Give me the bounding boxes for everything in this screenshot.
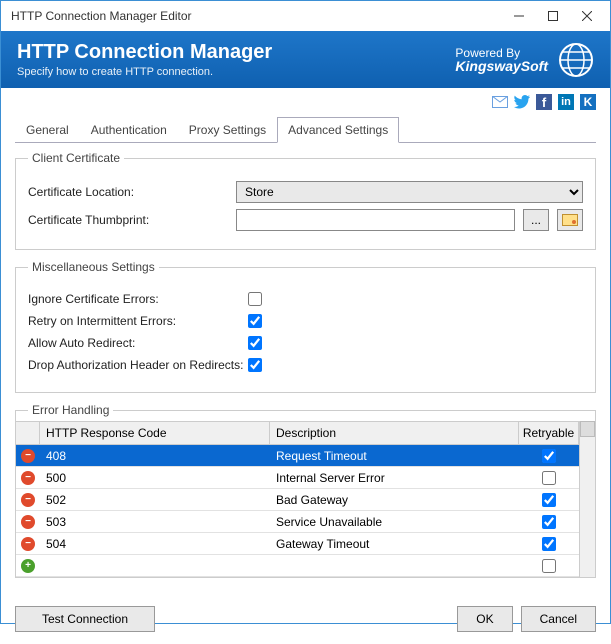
tabs: GeneralAuthenticationProxy SettingsAdvan… [15, 116, 596, 143]
table-row[interactable]: −500Internal Server Error [16, 467, 579, 489]
table-row[interactable]: −502Bad Gateway [16, 489, 579, 511]
cell-retryable-checkbox[interactable] [542, 493, 556, 507]
header-title: HTTP Connection Manager [17, 41, 455, 64]
cell-code[interactable]: 503 [40, 513, 270, 531]
misc-legend: Miscellaneous Settings [28, 260, 159, 274]
titlebar: HTTP Connection Manager Editor [1, 1, 610, 31]
cell-code[interactable]: 502 [40, 491, 270, 509]
scroll-up-icon [580, 421, 595, 437]
cell-code[interactable]: 500 [40, 469, 270, 487]
cell-retryable-checkbox[interactable] [542, 449, 556, 463]
kingswaysoft-logo: Powered By KingswaySoft [455, 47, 548, 73]
tab-proxy-settings[interactable]: Proxy Settings [178, 117, 277, 143]
misc-checkbox-2[interactable] [248, 336, 262, 350]
misc-label-1: Retry on Intermittent Errors: [28, 314, 248, 328]
misc-label-3: Drop Authorization Header on Redirects: [28, 358, 248, 372]
table-row[interactable]: −408Request Timeout [16, 445, 579, 467]
client-cert-legend: Client Certificate [28, 151, 124, 165]
cert-thumbprint-input[interactable] [236, 209, 515, 231]
cell-desc[interactable]: Bad Gateway [270, 491, 519, 509]
cert-location-label: Certificate Location: [28, 185, 228, 199]
table-row[interactable]: −503Service Unavailable [16, 511, 579, 533]
cell-desc[interactable]: Gateway Timeout [270, 535, 519, 553]
cert-thumbprint-label: Certificate Thumbprint: [28, 213, 228, 227]
client-certificate-group: Client Certificate Certificate Location:… [15, 151, 596, 250]
globe-icon [558, 42, 594, 78]
col-code[interactable]: HTTP Response Code [40, 422, 270, 444]
misc-checkbox-1[interactable] [248, 314, 262, 328]
cell-desc[interactable]: Internal Server Error [270, 469, 519, 487]
remove-row-icon[interactable]: − [21, 471, 35, 485]
tab-general[interactable]: General [15, 117, 80, 143]
cert-location-select[interactable]: Store [236, 181, 583, 203]
tab-content-advanced: Client Certificate Certificate Location:… [1, 143, 610, 598]
remove-row-icon[interactable]: − [21, 449, 35, 463]
close-button[interactable] [570, 5, 604, 27]
social-bar: f in K [1, 88, 610, 114]
cell-retryable-checkbox[interactable] [542, 537, 556, 551]
cell-code[interactable]: 408 [40, 447, 270, 465]
misc-settings-group: Miscellaneous Settings Ignore Certificat… [15, 260, 596, 393]
misc-checkbox-3[interactable] [248, 358, 262, 372]
add-row[interactable]: + [16, 555, 579, 577]
cell-retryable-checkbox[interactable] [542, 559, 556, 573]
mail-icon[interactable] [492, 94, 508, 110]
add-row-icon[interactable]: + [21, 559, 35, 573]
maximize-button[interactable] [536, 5, 570, 27]
cell-desc[interactable]: Request Timeout [270, 447, 519, 465]
tab-authentication[interactable]: Authentication [80, 117, 178, 143]
misc-label-2: Allow Auto Redirect: [28, 336, 248, 350]
remove-row-icon[interactable]: − [21, 515, 35, 529]
cell-desc[interactable]: Service Unavailable [270, 513, 519, 531]
facebook-icon[interactable]: f [536, 94, 552, 110]
table-row[interactable]: −504Gateway Timeout [16, 533, 579, 555]
error-handling-legend: Error Handling [28, 403, 113, 417]
col-retryable[interactable]: Retryable [519, 422, 579, 444]
minimize-button[interactable] [502, 5, 536, 27]
thumbprint-browse-button[interactable]: ... [523, 209, 549, 231]
linkedin-icon[interactable]: in [558, 94, 574, 110]
cancel-button[interactable]: Cancel [521, 606, 596, 632]
grid-scrollbar[interactable] [579, 421, 595, 577]
cell-code[interactable]: 504 [40, 535, 270, 553]
error-handling-group: Error Handling HTTP Response Code Descri… [15, 403, 596, 578]
cell-retryable-checkbox[interactable] [542, 471, 556, 485]
grid-header: HTTP Response Code Description Retryable [16, 421, 579, 445]
misc-checkbox-0[interactable] [248, 292, 262, 306]
ok-button[interactable]: OK [457, 606, 512, 632]
remove-row-icon[interactable]: − [21, 537, 35, 551]
window-title: HTTP Connection Manager Editor [11, 9, 502, 23]
twitter-icon[interactable] [514, 94, 530, 110]
misc-label-0: Ignore Certificate Errors: [28, 292, 248, 306]
remove-row-icon[interactable]: − [21, 493, 35, 507]
tab-advanced-settings[interactable]: Advanced Settings [277, 117, 399, 143]
cell-retryable-checkbox[interactable] [542, 515, 556, 529]
thumbprint-cert-button[interactable] [557, 209, 583, 231]
test-connection-button[interactable]: Test Connection [15, 606, 155, 632]
header: HTTP Connection Manager Specify how to c… [1, 31, 610, 88]
col-desc[interactable]: Description [270, 422, 519, 444]
k-icon[interactable]: K [580, 94, 596, 110]
header-subtitle: Specify how to create HTTP connection. [17, 66, 455, 78]
footer: Test Connection OK Cancel [1, 598, 610, 644]
